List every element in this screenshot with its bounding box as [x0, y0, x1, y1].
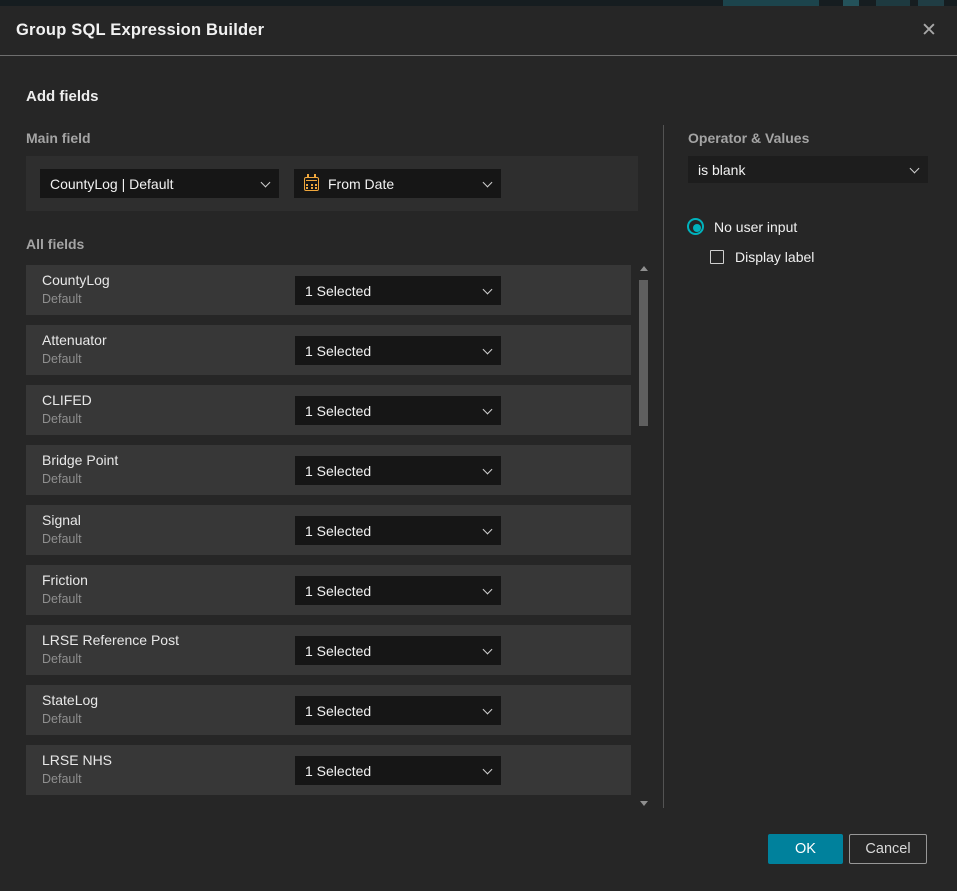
screen: Group SQL Expression Builder ✕ Add field… [0, 0, 957, 891]
field-selected-dropdown[interactable]: 1 Selected [295, 636, 501, 665]
display-label-checkbox[interactable]: Display label [710, 249, 814, 265]
field-subtitle: Default [42, 352, 82, 366]
panel-divider [663, 125, 664, 808]
field-selected-value: 1 Selected [305, 643, 371, 659]
chevron-down-icon [483, 644, 493, 654]
chevron-down-icon [483, 704, 493, 714]
main-field-date-value: From Date [328, 176, 394, 192]
field-selected-value: 1 Selected [305, 283, 371, 299]
all-fields-list: CountyLog Default 1 Selected Attenuator … [26, 265, 631, 805]
field-selected-dropdown[interactable]: 1 Selected [295, 576, 501, 605]
group-sql-expression-builder-dialog: Group SQL Expression Builder ✕ Add field… [0, 6, 957, 891]
field-subtitle: Default [42, 712, 82, 726]
operator-values-label: Operator & Values [688, 130, 809, 146]
main-field-source-select[interactable]: CountyLog | Default [40, 169, 279, 198]
field-selected-value: 1 Selected [305, 343, 371, 359]
radio-checked-icon [687, 218, 704, 235]
field-name: StateLog [42, 692, 98, 708]
main-field-date-select[interactable]: From Date [294, 169, 501, 198]
scroll-down-icon[interactable] [640, 801, 648, 806]
chevron-down-icon [483, 524, 493, 534]
close-icon[interactable]: ✕ [917, 19, 941, 43]
chevron-down-icon [483, 464, 493, 474]
ok-button[interactable]: OK [768, 834, 843, 864]
field-subtitle: Default [42, 592, 82, 606]
chevron-down-icon [910, 163, 920, 173]
field-name: LRSE Reference Post [42, 632, 179, 648]
field-row: Bridge Point Default 1 Selected [26, 445, 631, 495]
field-subtitle: Default [42, 772, 82, 786]
field-selected-dropdown[interactable]: 1 Selected [295, 516, 501, 545]
field-row: CLIFED Default 1 Selected [26, 385, 631, 435]
field-subtitle: Default [42, 652, 82, 666]
field-row: LRSE NHS Default 1 Selected [26, 745, 631, 795]
dialog-titlebar: Group SQL Expression Builder ✕ [0, 6, 957, 56]
chevron-down-icon [483, 404, 493, 414]
field-selected-dropdown[interactable]: 1 Selected [295, 456, 501, 485]
operator-value: is blank [698, 162, 745, 178]
fields-scrollbar[interactable] [637, 262, 651, 808]
calendar-icon [304, 177, 319, 191]
field-name: LRSE NHS [42, 752, 112, 768]
checkbox-unchecked-icon [710, 250, 724, 264]
all-fields-label: All fields [26, 236, 84, 252]
field-subtitle: Default [42, 292, 82, 306]
main-field-label: Main field [26, 130, 91, 146]
main-field-source-value: CountyLog | Default [50, 176, 174, 192]
field-selected-dropdown[interactable]: 1 Selected [295, 336, 501, 365]
chevron-down-icon [261, 177, 271, 187]
field-name: CountyLog [42, 272, 110, 288]
field-subtitle: Default [42, 532, 82, 546]
field-selected-value: 1 Selected [305, 703, 371, 719]
chevron-down-icon [483, 764, 493, 774]
scrollbar-thumb[interactable] [639, 280, 648, 426]
scroll-up-icon[interactable] [640, 266, 648, 271]
field-name: Friction [42, 572, 88, 588]
field-selected-dropdown[interactable]: 1 Selected [295, 756, 501, 785]
field-row: Attenuator Default 1 Selected [26, 325, 631, 375]
main-field-panel: CountyLog | Default From Date [26, 156, 638, 211]
dialog-title: Group SQL Expression Builder [16, 21, 264, 40]
field-selected-value: 1 Selected [305, 523, 371, 539]
field-selected-value: 1 Selected [305, 763, 371, 779]
field-row: Friction Default 1 Selected [26, 565, 631, 615]
display-label-label: Display label [735, 249, 814, 265]
chevron-down-icon [483, 284, 493, 294]
cancel-button[interactable]: Cancel [849, 834, 927, 864]
field-selected-dropdown[interactable]: 1 Selected [295, 396, 501, 425]
field-name: Attenuator [42, 332, 107, 348]
field-name: Signal [42, 512, 81, 528]
field-selected-dropdown[interactable]: 1 Selected [295, 276, 501, 305]
no-user-input-label: No user input [714, 219, 797, 235]
chevron-down-icon [483, 177, 493, 187]
field-row: LRSE Reference Post Default 1 Selected [26, 625, 631, 675]
field-selected-value: 1 Selected [305, 403, 371, 419]
chevron-down-icon [483, 584, 493, 594]
field-name: Bridge Point [42, 452, 118, 468]
field-selected-value: 1 Selected [305, 583, 371, 599]
field-row: CountyLog Default 1 Selected [26, 265, 631, 315]
add-fields-heading: Add fields [26, 88, 99, 105]
operator-select[interactable]: is blank [688, 156, 928, 183]
chevron-down-icon [483, 344, 493, 354]
field-row: StateLog Default 1 Selected [26, 685, 631, 735]
field-subtitle: Default [42, 472, 82, 486]
field-row: Signal Default 1 Selected [26, 505, 631, 555]
field-subtitle: Default [42, 412, 82, 426]
no-user-input-radio[interactable]: No user input [687, 218, 797, 235]
field-selected-value: 1 Selected [305, 463, 371, 479]
field-selected-dropdown[interactable]: 1 Selected [295, 696, 501, 725]
field-name: CLIFED [42, 392, 92, 408]
